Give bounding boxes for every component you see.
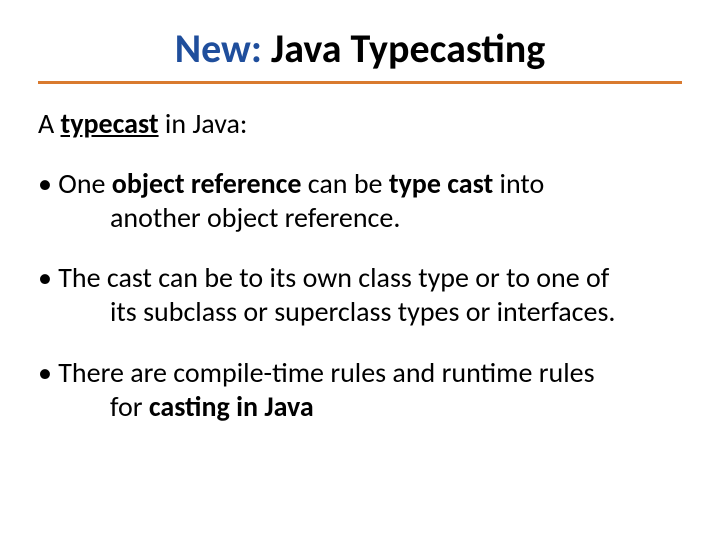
bullet-3-cont: for casting in Java (38, 390, 682, 424)
slide: New: Java Typecasting A typecast in Java… (0, 0, 720, 540)
title-underline (38, 81, 682, 84)
bullet-1: • One object reference can be type cast … (38, 167, 682, 235)
bullet-3-line1: • There are compile-time rules and runti… (38, 356, 682, 390)
slide-title: New: Java Typecasting (38, 24, 682, 73)
bullet-2-line1: • The cast can be to its own class type … (38, 261, 682, 295)
intro-pre: A (38, 106, 61, 141)
bullet-1-cont: another object reference. (38, 201, 682, 235)
bullet-3: • There are compile-time rules and runti… (38, 356, 682, 424)
intro-line: A typecast in Java: (38, 106, 682, 141)
title-new-prefix: New: (175, 24, 262, 73)
intro-keyword: typecast (61, 106, 159, 141)
bullet-2-cont: its subclass or superclass types or inte… (38, 295, 682, 329)
title-rest: Java Typecasting (262, 24, 545, 73)
bullet-list: • One object reference can be type cast … (38, 167, 682, 424)
bullet-2: • The cast can be to its own class type … (38, 261, 682, 329)
bullet-1-line1: • One object reference can be type cast … (38, 167, 682, 201)
intro-post: in Java: (159, 106, 248, 141)
